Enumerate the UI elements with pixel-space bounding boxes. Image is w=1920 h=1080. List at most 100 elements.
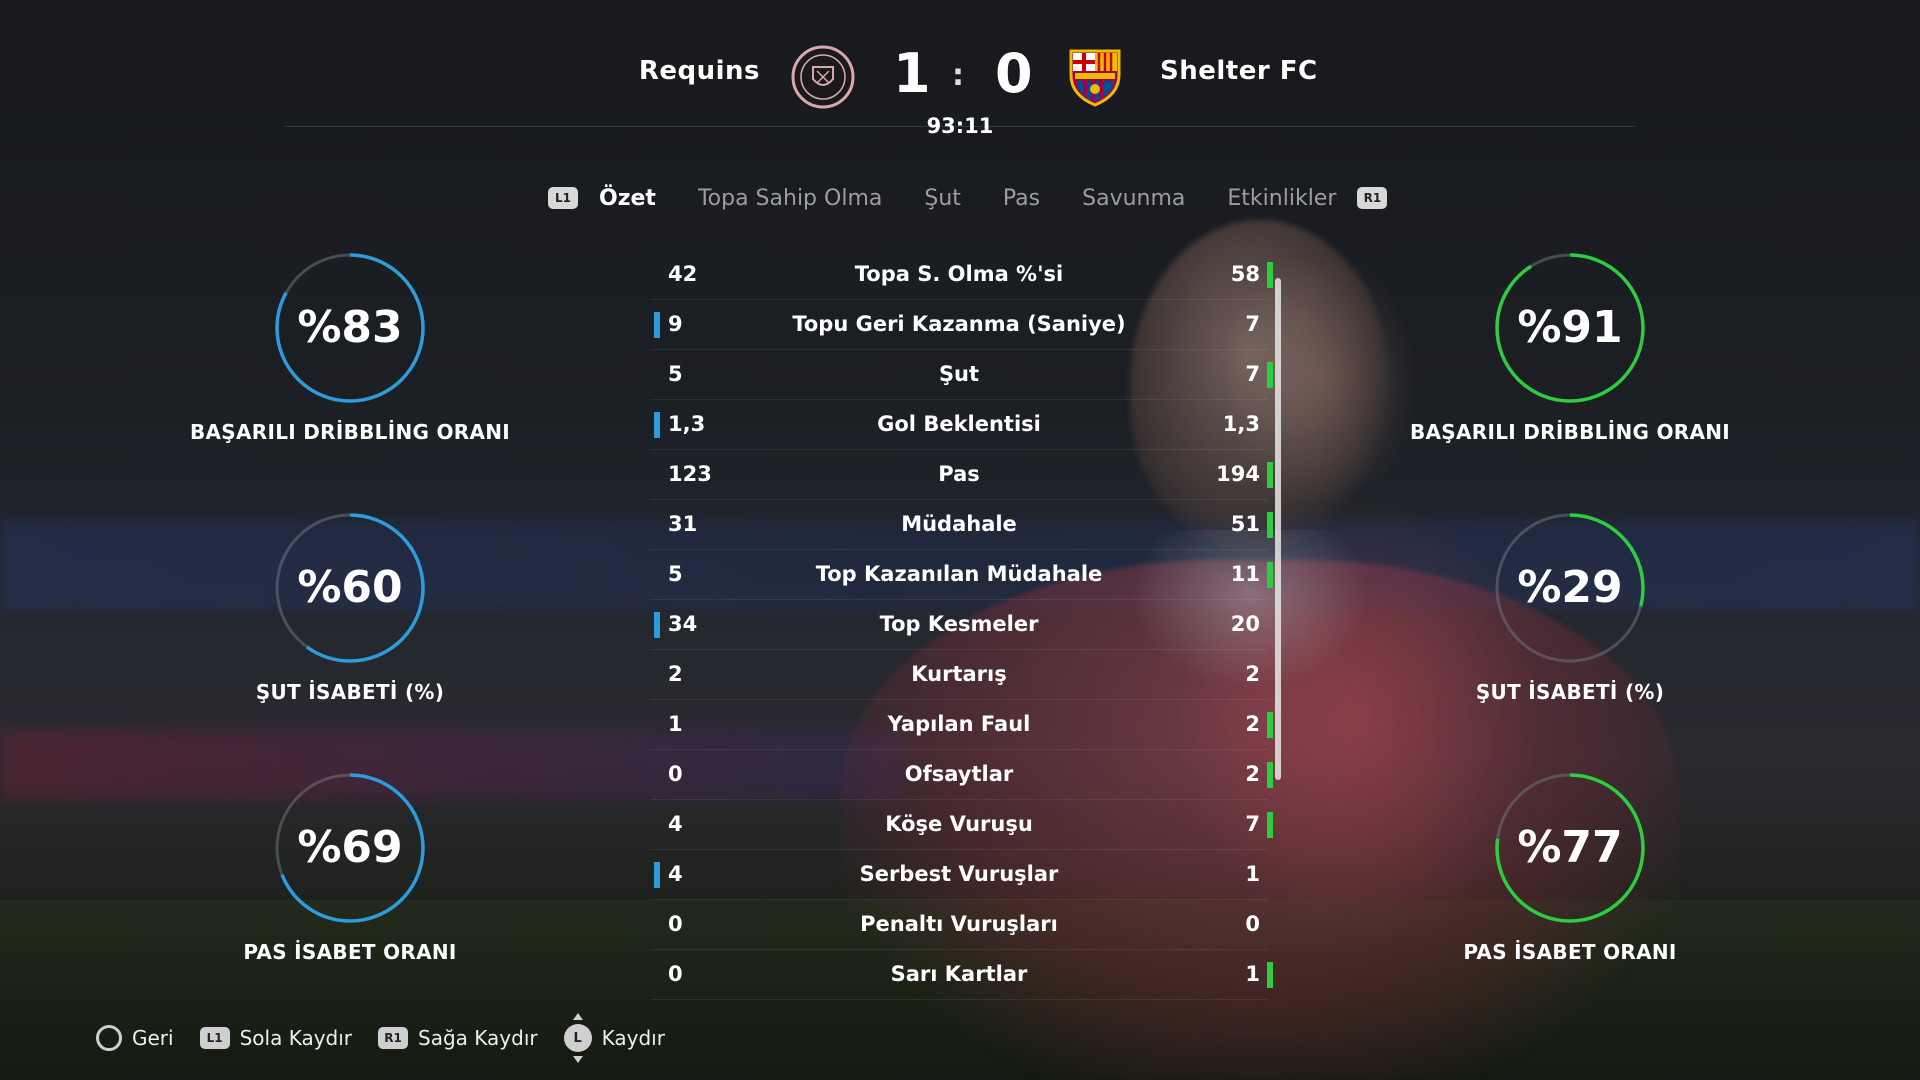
gauge-value: %69 [297,822,403,873]
away-stat-value: 194 [1216,462,1260,486]
scroll-right-label: Sağa Kaydır [418,1026,538,1050]
stats-scrollbar[interactable] [1275,278,1281,780]
stat-label: Gol Beklentisi [877,412,1041,436]
stat-label: Penaltı Vuruşları [860,912,1058,936]
scroll-left-control[interactable]: L1 Sola Kaydır [199,1026,353,1050]
scroll-label: Kaydır [601,1026,665,1050]
away-stat-value: 0 [1245,912,1260,936]
stat-row: Pas 123 194 [650,450,1273,500]
l1-button-icon[interactable]: L1 [548,187,578,209]
away_circles-gauge: %29 ŞUT İSABETİ (%) [1400,510,1740,704]
stat-row: Köşe Vuruşu 4 7 [650,800,1273,850]
stat-label: Top Kesmeler [879,612,1039,636]
home-stat-value: 9 [668,312,683,336]
away-stat-value: 1,3 [1222,412,1260,436]
away-stat-value: 7 [1245,812,1260,836]
tab-etkinlikler[interactable]: Etkinlikler [1227,186,1336,211]
stat-label: Müdahale [901,512,1017,536]
stat-row: Gol Beklentisi 1,3 1,3 [650,400,1268,450]
match-clock: 93:11 [926,114,994,138]
gauge-value: %83 [297,302,403,353]
tab-topa-sahip-olma[interactable]: Topa Sahip Olma [698,186,882,211]
scroll-left-label: Sola Kaydır [239,1026,353,1050]
home-stat-value: 34 [668,612,698,636]
gauge-caption: BAŞARILI DRİBBLİNG ORANI [1409,420,1731,444]
r1-button-icon[interactable]: R1 [1357,187,1388,209]
home-stat-value: 42 [668,262,698,286]
home-stat-value: 0 [668,762,683,786]
home-score: 1 [893,42,931,105]
home-stat-value: 0 [668,912,683,936]
left-stick-label: L [573,1030,582,1046]
l1-button-icon: L1 [199,1027,230,1049]
away-team-name: Shelter FC [1160,56,1318,86]
stat-row: Kurtarış 2 2 [650,650,1268,700]
home-stat-value: 4 [668,812,683,836]
stat-label: Yapılan Faul [887,712,1031,736]
stat-label: Top Kazanılan Müdahale [815,562,1103,586]
back-control[interactable]: Geri [96,1025,174,1051]
gauge-caption: PAS İSABET ORANI [243,940,457,964]
home-stat-value: 31 [668,512,698,536]
home-stat-value: 5 [668,362,683,386]
home-stat-value: 1,3 [668,412,706,436]
stat-row: Sarı Kartlar 0 1 [650,950,1273,1000]
gauge-value: %91 [1517,302,1623,353]
away-stat-value: 2 [1245,712,1260,736]
left-stick-icon: L [563,1013,592,1063]
stat-label: Sarı Kartlar [890,962,1028,986]
home_circles-gauge: %60 ŞUT İSABETİ (%) [180,510,520,704]
gauge-caption: PAS İSABET ORANI [1463,940,1677,964]
away-stat-value: 58 [1230,262,1260,286]
away-stat-value: 7 [1245,312,1260,336]
back-label: Geri [132,1026,174,1050]
home-stat-value: 123 [668,462,712,486]
home-team-name: Requins [638,56,760,86]
away-stat-value: 7 [1245,362,1260,386]
home_circles-gauge: %83 BAŞARILI DRİBBLİNG ORANI [180,250,520,444]
home-stat-value: 2 [668,662,683,686]
scroll-control[interactable]: L Kaydır [563,1013,665,1063]
tab-savunma[interactable]: Savunma [1082,186,1185,211]
stat-label: Pas [938,462,980,486]
home-stat-value: 5 [668,562,683,586]
tab-ozet[interactable]: Özet [599,186,656,211]
stats-table[interactable]: Topa S. Olma %'si 42 58 Topu Geri Kazanma (… [650,250,1273,1000]
stat-row: Yapılan Faul 1 2 [650,700,1273,750]
stats-tab-bar: L1 Özet Topa Sahip Olma Şut Pas Savunma … [548,182,1388,214]
stat-label: Köşe Vuruşu [885,812,1033,836]
home-stat-value: 0 [668,962,683,986]
stat-row: Şut 5 7 [650,350,1273,400]
away_circles-gauge: %91 BAŞARILI DRİBBLİNG ORANI [1400,250,1740,444]
stat-row: Müdahale 31 51 [650,500,1273,550]
stat-row: Topu Geri Kazanma (Saniye) 9 7 [650,300,1268,350]
stat-row: Ofsaytlar 0 2 [650,750,1273,800]
gauge-caption: ŞUT İSABETİ (%) [255,680,445,704]
gauge-value: %29 [1517,562,1623,613]
scroll-right-control[interactable]: R1 Sağa Kaydır [378,1026,538,1050]
home-stat-value: 1 [668,712,683,736]
away-stat-value: 20 [1230,612,1260,636]
home-stat-value: 4 [668,862,683,886]
gauge-caption: BAŞARILI DRİBBLİNG ORANI [189,420,511,444]
controls-footer: Geri L1 Sola Kaydır R1 Sağa Kaydır L Kay… [96,1013,691,1063]
away-crest-icon [1069,49,1121,107]
stat-row: Top Kazanılan Müdahale 5 11 [650,550,1273,600]
gauge-caption: ŞUT İSABETİ (%) [1475,680,1665,704]
away_circles-gauge: %77 PAS İSABET ORANI [1400,770,1740,964]
tab-sut[interactable]: Şut [924,186,961,211]
away-stat-value: 51 [1230,512,1260,536]
stat-row: Penaltı Vuruşları 0 0 [650,900,1268,950]
home-crest-icon [791,45,855,109]
stat-label: Topa S. Olma %'si [854,262,1064,286]
tab-pas[interactable]: Pas [1003,186,1040,211]
home_circles-gauge: %69 PAS İSABET ORANI [180,770,520,964]
r1-button-icon: R1 [378,1027,409,1049]
stat-row: Top Kesmeler 34 20 [650,600,1268,650]
gauge-value: %77 [1517,822,1623,873]
away-score: 0 [995,42,1033,105]
stat-label: Kurtarış [911,662,1007,686]
away-stat-value: 2 [1245,662,1260,686]
stat-label: Topu Geri Kazanma (Saniye) [792,312,1126,336]
away-stat-value: 2 [1245,762,1260,786]
